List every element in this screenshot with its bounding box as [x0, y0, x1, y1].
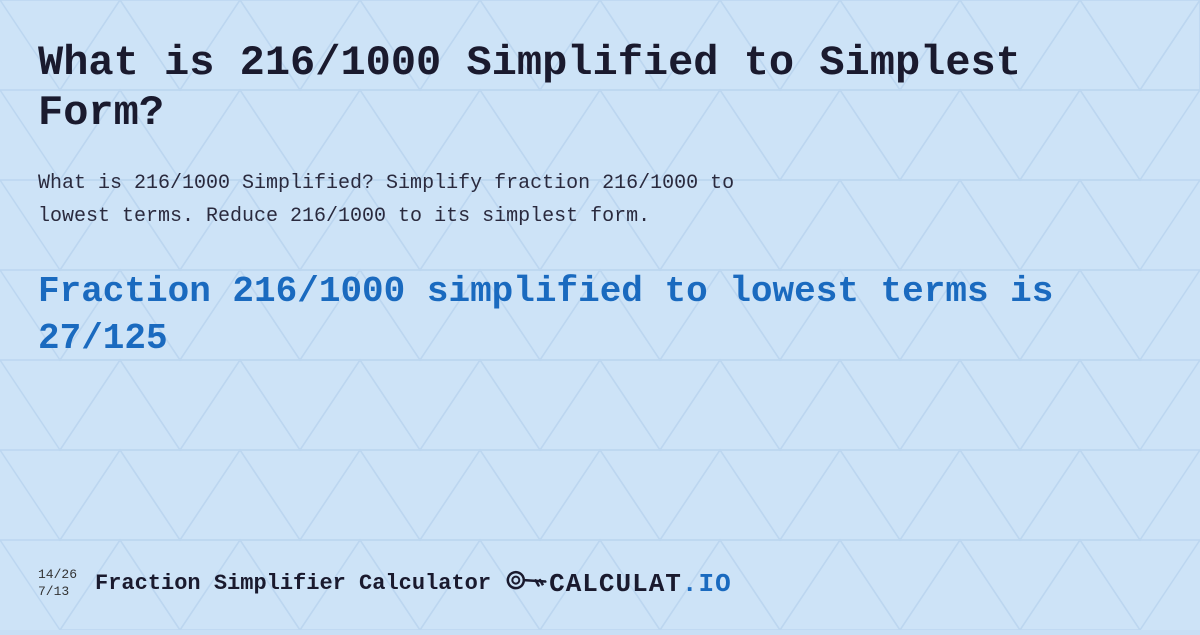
logo-main: CALCULAT [549, 569, 682, 599]
footer: 14/26 7/13 Fraction Simplifier Calculato… [38, 565, 1162, 602]
description-line2: lowest terms. Reduce 216/1000 to its sim… [38, 205, 650, 228]
description-line1: What is 216/1000 Simplified? Simplify fr… [38, 172, 734, 195]
result-line1: Fraction 216/1000 simplified to lowest t… [38, 271, 1053, 312]
result-line2: 27/125 [38, 318, 168, 359]
result-section: Fraction 216/1000 simplified to lowest t… [38, 269, 1162, 363]
footer-fractions: 14/26 7/13 [38, 567, 77, 601]
page-title: What is 216/1000 Simplified to Simplest … [38, 38, 1162, 139]
logo-text: CALCULAT.IO [549, 569, 732, 599]
page-content: What is 216/1000 Simplified to Simplest … [0, 0, 1200, 630]
result-text: Fraction 216/1000 simplified to lowest t… [38, 269, 1162, 363]
logo-suffix: .IO [682, 569, 732, 599]
footer-fraction2: 7/13 [38, 584, 77, 601]
footer-fraction1: 14/26 [38, 567, 77, 584]
description: What is 216/1000 Simplified? Simplify fr… [38, 167, 1162, 233]
key-icon [502, 558, 552, 608]
footer-brand-label: Fraction Simplifier Calculator [95, 571, 491, 596]
footer-logo: CALCULAT.IO [509, 565, 732, 602]
main-section: What is 216/1000 Simplified to Simplest … [38, 38, 1162, 547]
footer-brand: Fraction Simplifier Calculator [95, 571, 491, 596]
